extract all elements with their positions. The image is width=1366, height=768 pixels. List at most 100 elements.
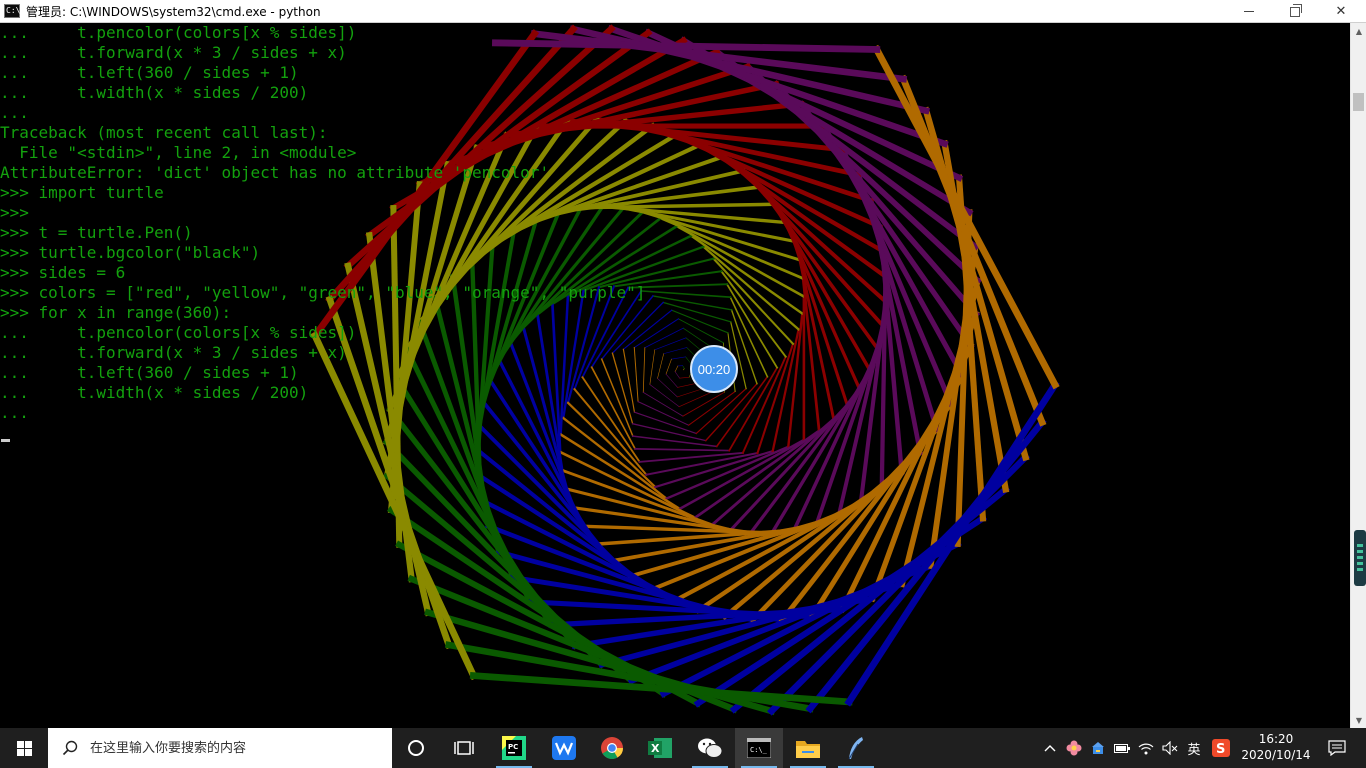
taskbar-clock[interactable]: 16:20 2020/10/14: [1234, 728, 1318, 768]
console-line: ...: [0, 103, 29, 122]
excel-icon: X: [648, 738, 672, 758]
cmd-app-icon: C:\: [4, 4, 20, 18]
chrome-taskbar-button[interactable]: [588, 728, 636, 768]
close-icon: ✕: [1335, 4, 1347, 19]
turtle-stroke: [689, 234, 805, 316]
battery-indicator[interactable]: [1112, 728, 1132, 768]
wechat-taskbar-button[interactable]: [686, 728, 734, 768]
turtle-stroke: [658, 216, 805, 281]
clock-time: 16:20: [1258, 732, 1294, 746]
turtle-stroke: [674, 371, 681, 379]
text-cursor: [1, 439, 10, 442]
timer-label: 00:20: [697, 361, 731, 377]
console-line: AttributeError: 'dict' object has no att…: [0, 163, 550, 182]
window-title: 管理员: C:\WINDOWS\system32\cmd.exe - pytho…: [26, 4, 321, 19]
start-button[interactable]: [0, 728, 48, 768]
file-explorer-taskbar-button[interactable]: [784, 728, 832, 768]
chrome-icon: [601, 737, 623, 759]
turtle-stroke: [657, 378, 678, 398]
turtle-stroke: [728, 366, 779, 452]
floating-side-widget[interactable]: [1354, 530, 1366, 586]
clock-date: 2020/10/14: [1241, 748, 1311, 762]
console-line: >>> for x in range(360):: [0, 303, 232, 322]
search-icon: [62, 740, 78, 756]
pycharm-taskbar-button[interactable]: PC: [490, 728, 538, 768]
chevron-up-icon: [1044, 745, 1056, 752]
console-line: ... t.left(360 / sides + 1): [0, 63, 299, 82]
scroll-up-arrow-icon[interactable]: ▲: [1351, 23, 1366, 39]
turtle-stroke: [561, 416, 669, 501]
console-line: ... t.pencolor(colors[x % sides]): [0, 23, 357, 42]
console-line: ... t.forward(x * 3 / sides + x): [0, 43, 347, 62]
turtle-stroke: [654, 337, 687, 351]
pycharm-icon: PC: [502, 736, 526, 760]
console-line: ... t.forward(x * 3 / sides + x): [0, 343, 347, 362]
file-explorer-icon: [796, 741, 820, 758]
windows-logo-icon: [16, 740, 32, 756]
turtle-stroke: [631, 435, 718, 448]
cmd-icon: C:\_: [747, 738, 771, 758]
sogou-icon: S: [1212, 739, 1230, 757]
turtle-stroke: [682, 365, 685, 369]
console-line: ... t.pencolor(colors[x % sides]): [0, 323, 357, 342]
wps-taskbar-button[interactable]: [540, 728, 588, 768]
turtle-stroke: [663, 347, 688, 355]
turtle-stroke: [649, 349, 656, 385]
turtle-stroke: [640, 210, 802, 262]
title-bar: C:\ 管理员: C:\WINDOWS\system32\cmd.exe - p…: [0, 0, 1366, 23]
wechat-icon: [698, 738, 723, 758]
turtle-stroke: [621, 206, 796, 244]
turtle-stroke: [649, 384, 680, 408]
scroll-down-arrow-icon[interactable]: ▼: [1351, 712, 1366, 728]
turtle-stroke: [644, 327, 684, 349]
vertical-scrollbar[interactable]: ▲ ▼: [1350, 23, 1366, 728]
battery-icon: [1114, 744, 1130, 753]
cmd-taskbar-button[interactable]: C:\_: [735, 728, 783, 768]
tray-network-app[interactable]: [1088, 728, 1108, 768]
taskbar: PC X: [0, 728, 1366, 768]
svg-text:S: S: [1216, 742, 1225, 757]
minimize-button[interactable]: [1226, 0, 1272, 23]
close-button[interactable]: ✕: [1318, 0, 1364, 23]
input-method-indicator[interactable]: 英: [1184, 728, 1204, 768]
svg-text:X: X: [651, 742, 660, 755]
volume-indicator[interactable]: [1160, 728, 1180, 768]
console-line: >>> turtle.bgcolor("black"): [0, 243, 261, 262]
sogou-ime-button[interactable]: S: [1210, 728, 1232, 768]
turtle-stroke: [665, 373, 678, 388]
cortana-icon: [408, 740, 424, 756]
console-line: >>> t = turtle.Pen(): [0, 223, 193, 242]
feather-app-taskbar-button[interactable]: [832, 728, 880, 768]
restore-icon: [1290, 3, 1302, 17]
turtle-stroke: [671, 356, 686, 360]
console-output: ... t.pencolor(colors[x % sides]) ... t.…: [0, 23, 645, 423]
tray-flower-app[interactable]: [1064, 728, 1084, 768]
action-center-button[interactable]: [1322, 728, 1352, 768]
wifi-indicator[interactable]: [1136, 728, 1156, 768]
feather-icon: [848, 737, 863, 760]
cortana-button[interactable]: [392, 728, 440, 768]
task-view-icon: [454, 741, 474, 755]
turtle-stroke: [678, 390, 715, 408]
console-line: ...: [0, 403, 29, 422]
turtle-stroke: [642, 391, 684, 417]
turtle-stroke: [582, 524, 774, 535]
console-area[interactable]: ... t.pencolor(colors[x % sides]) ... t.…: [0, 23, 1350, 728]
wps-icon: [552, 736, 576, 760]
console-line: File "<stdin>", line 2, in <module>: [19, 143, 357, 162]
excel-taskbar-button[interactable]: X: [636, 728, 684, 768]
volume-muted-icon: [1162, 741, 1178, 755]
ime-label: 英: [1187, 742, 1201, 758]
turtle-stroke: [728, 402, 850, 533]
scroll-thumb[interactable]: [1353, 93, 1364, 111]
taskbar-search[interactable]: [48, 728, 392, 768]
task-view-button[interactable]: [440, 728, 488, 768]
turtle-stroke: [665, 358, 672, 375]
maximize-button[interactable]: [1272, 0, 1318, 23]
search-input[interactable]: [88, 739, 372, 757]
turtle-stroke: [720, 269, 788, 358]
recording-timer[interactable]: 00:20: [690, 345, 738, 393]
turtle-stroke: [786, 312, 804, 449]
show-hidden-icons-button[interactable]: [1040, 728, 1060, 768]
turtle-stroke: [679, 376, 690, 379]
